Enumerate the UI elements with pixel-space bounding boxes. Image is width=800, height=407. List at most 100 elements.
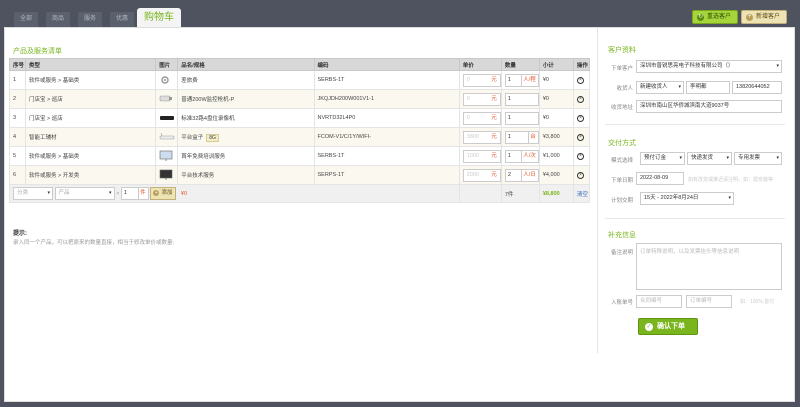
row-subtotal: ¥4,000 xyxy=(538,165,574,185)
tab-discounts[interactable]: 优惠 xyxy=(110,12,134,27)
add-customer-button[interactable]: + 新增客户 xyxy=(741,10,787,24)
delete-icon[interactable]: × xyxy=(576,76,584,84)
chevron-down-icon: ▾ xyxy=(679,155,682,161)
monitor-icon xyxy=(159,150,173,161)
gear-icon xyxy=(161,76,169,84)
price-input[interactable]: 2000 元 xyxy=(462,168,501,182)
delivery-section-title: 交付方式 xyxy=(608,140,636,147)
shipping-mode-select[interactable]: 快递发货 ▾ xyxy=(687,152,732,165)
total-count: 7件 xyxy=(500,184,540,203)
order-no-input[interactable]: 订单编号 xyxy=(686,295,732,308)
delete-icon[interactable]: × xyxy=(576,95,584,103)
row-type: 门店宝 > 巡店 xyxy=(25,89,157,109)
order-customer-label: 下单客户 xyxy=(610,66,633,72)
delete-icon[interactable]: × xyxy=(576,133,584,141)
qty-input[interactable]: 1 人/程 xyxy=(504,73,539,87)
row-name: 标准32路4盘位录像机 xyxy=(177,108,315,128)
row-action: × xyxy=(572,70,591,90)
remark-label: 备注说明 xyxy=(610,250,633,256)
invoice-type-select[interactable]: 专用发票 ▾ xyxy=(734,152,782,165)
price-input[interactable]: 1000 元 xyxy=(462,149,501,163)
router-icon xyxy=(159,133,175,140)
order-date-note: 如有改变或推迟请注明，如：需安装等 xyxy=(688,177,774,183)
tab-all[interactable]: 全部 xyxy=(14,12,38,27)
row-price-cell: 1000 元 xyxy=(458,146,502,166)
row-qty-cell: 2 人/日 xyxy=(500,165,540,185)
table-header: 序号 类型 图片 品名/规格 编码 单价 数量 小计 操作 xyxy=(8,58,591,71)
qty-input[interactable]: 1 xyxy=(504,111,539,125)
row-image xyxy=(155,70,179,90)
row-type: 软件或服务 > 基础类 xyxy=(25,70,157,90)
price-input[interactable]: 0元 xyxy=(462,111,501,125)
payment-mode-select[interactable]: 预付订金 ▾ xyxy=(640,152,685,165)
table-row: 5 软件或服务 > 基础类 首年免费培训服务 SERBS-1T 1000 元 1人… xyxy=(8,146,591,166)
row-qty-cell: 1 xyxy=(500,108,540,128)
delete-icon[interactable]: × xyxy=(576,152,584,160)
price-input[interactable]: 0元 xyxy=(462,92,501,106)
tab-cart[interactable]: 购物车 xyxy=(137,8,181,27)
chevron-down-icon: ▾ xyxy=(47,190,50,196)
row-type: 软件或服务 > 基础类 xyxy=(25,146,157,166)
row-code: SERPS-1T xyxy=(313,165,460,185)
add-product-row: 分类 ▾ 产品 ▾ × 1件 + 添加 ¥0 7件 ¥8,800 清空 xyxy=(9,184,591,203)
address-input[interactable]: 深圳市南山区华侨城滨南大道9037号 xyxy=(636,100,782,113)
qty-input[interactable]: 1 人/次 xyxy=(504,149,539,163)
qty-input[interactable]: 1 xyxy=(504,92,539,106)
row-qty-cell: 1 xyxy=(500,89,540,109)
chevron-down-icon: ▾ xyxy=(776,63,779,69)
row-price-cell: 3800 元 xyxy=(458,127,502,147)
plan-date-select[interactable]: 15天 - 2022年8月24日 ▾ xyxy=(640,192,734,205)
times-sign: × xyxy=(116,190,120,197)
row-price-cell: 0元 xyxy=(458,89,502,109)
row-no: 4 xyxy=(8,127,27,147)
tab-services[interactable]: 服务 xyxy=(78,12,102,27)
receiver-phone-input[interactable]: 13820644052 xyxy=(732,81,782,94)
add-qty-input[interactable]: 1件 xyxy=(120,187,149,200)
row-name: 差旅费 xyxy=(177,70,315,90)
delete-icon[interactable]: × xyxy=(576,171,584,179)
category-select[interactable]: 分类 ▾ xyxy=(13,187,53,200)
row-no: 2 xyxy=(8,89,27,109)
chevron-down-icon: ▾ xyxy=(726,155,729,161)
confirm-order-button[interactable]: ✓ 确认下单 xyxy=(638,318,698,335)
clear-link[interactable]: 清空 xyxy=(572,184,591,203)
row-subtotal: ¥0 xyxy=(538,89,574,109)
tab-goods[interactable]: 商品 xyxy=(46,12,70,27)
row-subtotal: ¥1,000 xyxy=(538,146,574,166)
price-input[interactable]: 0元 xyxy=(462,73,501,87)
row-no: 6 xyxy=(8,165,27,185)
order-date-label: 下单日期 xyxy=(610,178,633,184)
extra-section-title: 补充信息 xyxy=(608,232,636,239)
plan-label: 计划交期 xyxy=(610,198,633,204)
row-name: 首年免费培训服务 xyxy=(177,146,315,166)
qty-input[interactable]: 2 人/日 xyxy=(504,168,539,182)
order-date-input[interactable]: 2022-08-09 xyxy=(636,172,684,185)
row-code: SERBS-1T xyxy=(313,70,460,90)
remark-textarea[interactable]: 订单特殊说明，以及发票抬头等信息说明 xyxy=(636,243,782,290)
row-type: 软件或服务 > 开发类 xyxy=(25,165,157,185)
product-select[interactable]: 产品 ▾ xyxy=(54,187,115,200)
plus-icon: + xyxy=(746,14,753,21)
order-customer-select[interactable]: 深圳市普锐思亮电子科技有限公司（） ▾ xyxy=(636,60,782,73)
qty-input[interactable]: 1台 xyxy=(504,130,539,144)
check-icon: ✓ xyxy=(645,323,653,331)
price-input[interactable]: 3800 元 xyxy=(462,130,501,144)
row-type: 门店宝 > 巡店 xyxy=(25,108,157,128)
plus-icon: + xyxy=(153,190,160,196)
receiver-type-select[interactable]: 新建收货人 ▾ xyxy=(636,81,684,94)
contract-no-input[interactable]: 合同编号 xyxy=(636,295,682,308)
row-code: FCOM-V1/C/1Y/WIFI- xyxy=(313,127,460,147)
chevron-down-icon: ▾ xyxy=(728,195,731,201)
select-customer-button[interactable]: ↻ 重选客户 xyxy=(692,10,738,24)
col-subtotal: 小计 xyxy=(538,58,574,71)
row-price-cell: 2000 元 xyxy=(458,165,502,185)
receiver-name-input[interactable]: 李明都 xyxy=(686,81,730,94)
add-button[interactable]: + 添加 xyxy=(150,187,177,200)
divider xyxy=(605,218,785,219)
products-section-title: 产品及服务清单 xyxy=(13,48,62,55)
row-image xyxy=(155,108,179,128)
col-name: 品名/规格 xyxy=(177,58,315,71)
col-qty: 数量 xyxy=(500,58,540,71)
delete-icon[interactable]: × xyxy=(576,114,584,122)
row-code: NVRTD32L4P0 xyxy=(313,108,460,128)
